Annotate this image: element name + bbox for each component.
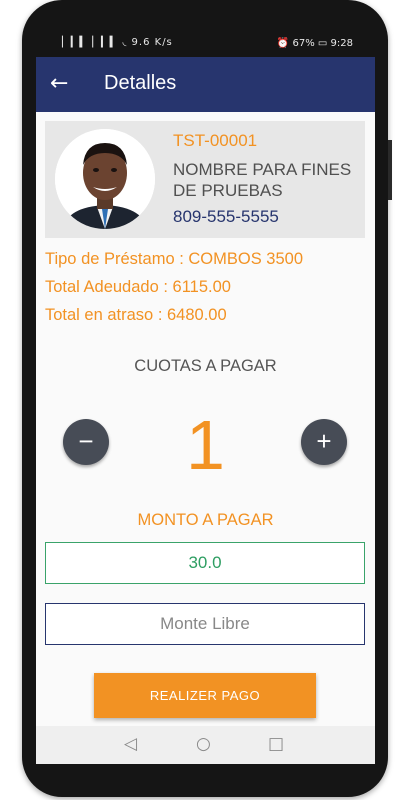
pay-button[interactable]: REALIZER PAGO xyxy=(94,673,316,718)
status-bar: ▏▎▍ ▏▎▍ ◟ 9.6 K/s ⏰ 67% ▭ 9:28 xyxy=(36,30,375,57)
free-amount-input[interactable] xyxy=(45,603,365,645)
client-phone[interactable]: 809-555-5555 xyxy=(173,207,279,227)
signal-icons: ▏▎▍ ▏▎▍ ◟ 9.6 K/s xyxy=(62,37,173,48)
status-right: ⏰ 67% ▭ 9:28 xyxy=(276,38,353,49)
page-title: Detalles xyxy=(104,72,177,94)
total-owed: Total Adeudado : 6115.00 xyxy=(45,278,231,296)
loan-type: Tipo de Préstamo : COMBOS 3500 xyxy=(45,250,303,268)
increment-button[interactable]: + xyxy=(301,419,347,465)
avatar-portrait-icon xyxy=(55,129,155,229)
phone-side-button xyxy=(388,140,392,200)
cuotas-label: CUOTAS A PAGAR xyxy=(134,357,277,375)
client-code: TST-00001 xyxy=(173,131,258,150)
app-bar: ← Detalles xyxy=(36,57,375,112)
nav-home-icon[interactable]: ○ xyxy=(196,734,211,754)
nav-bar: ◁ ○ □ xyxy=(36,726,375,764)
client-card: TST-00001 NOMBRE PARA FINES DE PRUEBAS 8… xyxy=(45,121,365,238)
arrow-back-icon[interactable]: ← xyxy=(50,71,68,97)
screen: ▏▎▍ ▏▎▍ ◟ 9.6 K/s ⏰ 67% ▭ 9:28 ← Detalle… xyxy=(36,30,375,764)
avatar xyxy=(55,129,155,229)
total-overdue: Total en atraso : 6480.00 xyxy=(45,306,227,324)
nav-recents-icon[interactable]: □ xyxy=(268,734,284,754)
client-name: NOMBRE PARA FINES DE PRUEBAS xyxy=(173,160,352,200)
amount-display: 30.0 xyxy=(45,542,365,584)
nav-back-icon[interactable]: ◁ xyxy=(124,734,137,754)
monto-label: MONTO A PAGAR xyxy=(137,511,274,529)
